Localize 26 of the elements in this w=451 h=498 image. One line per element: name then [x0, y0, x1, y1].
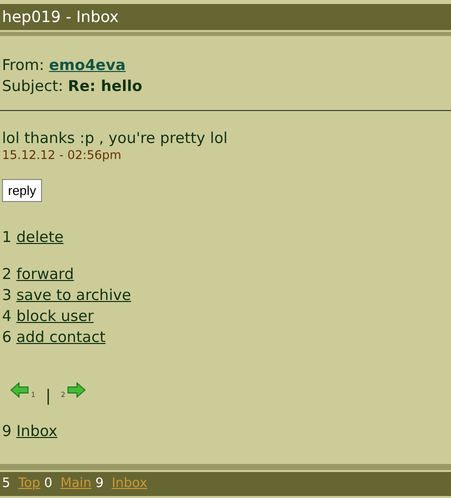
- right-arrow-icon[interactable]: [67, 382, 86, 398]
- access-key: 9: [2, 422, 12, 440]
- access-key: 9: [95, 476, 104, 491]
- message-date: 15.12.12 - 02:56pm: [1, 148, 122, 162]
- access-key: 2: [2, 265, 12, 283]
- subject: Re: hello: [68, 77, 142, 95]
- sender-link[interactable]: emo4eva: [49, 56, 126, 74]
- message-text: lol thanks :p , you're pretty lol: [1, 128, 229, 148]
- delete-link[interactable]: delete: [16, 228, 64, 246]
- access-key: 4: [2, 307, 12, 325]
- left-arrow-icon[interactable]: [10, 382, 29, 398]
- inbox-link[interactable]: Inbox: [16, 422, 58, 440]
- window-title: hep019 - Inbox: [0, 4, 451, 30]
- action-link[interactable]: block user: [16, 307, 94, 325]
- action-link[interactable]: save to archive: [16, 286, 132, 304]
- access-key: 3: [2, 286, 12, 304]
- access-key: 1: [2, 228, 12, 246]
- action-link[interactable]: forward: [16, 265, 74, 283]
- separator: |: [45, 386, 51, 405]
- from-label: From:: [2, 56, 44, 74]
- access-key: 5: [2, 476, 10, 491]
- action-link[interactable]: add contact: [16, 328, 106, 346]
- access-key: 0: [44, 476, 52, 491]
- subject-label: Subject:: [2, 77, 64, 95]
- reply-button[interactable]: reply: [2, 179, 42, 202]
- access-key: 6: [2, 328, 12, 346]
